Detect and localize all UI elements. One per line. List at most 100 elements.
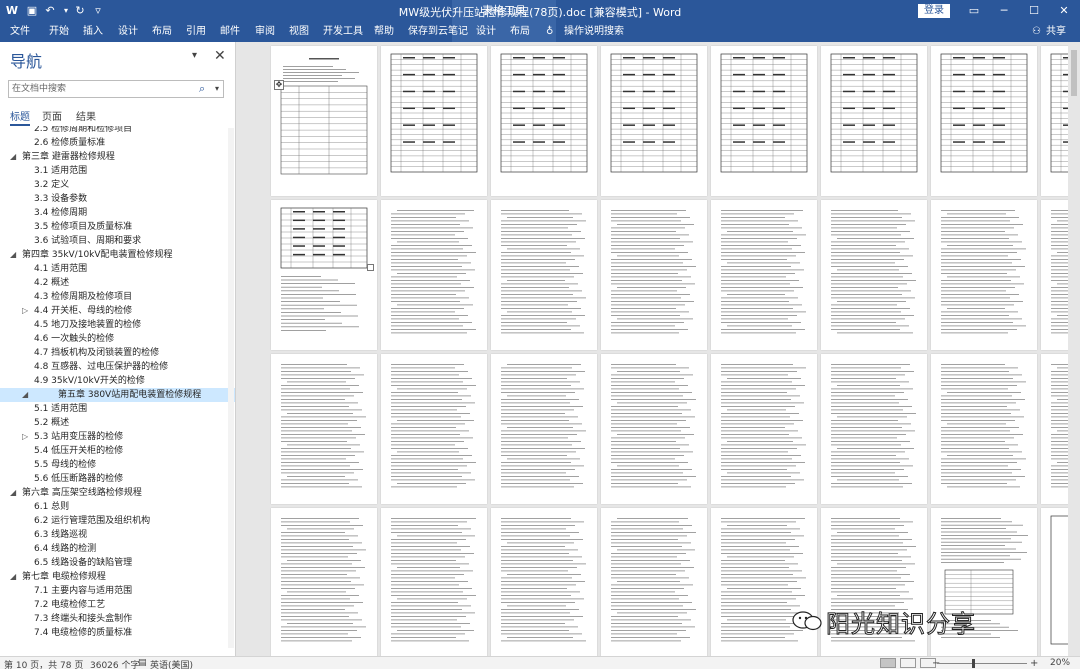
minimize-icon[interactable]: ─	[990, 0, 1018, 22]
page-thumbnail[interactable]	[821, 354, 927, 504]
tab-view[interactable]: 视图	[289, 24, 309, 40]
scrollbar-thumb[interactable]	[1071, 50, 1077, 96]
maximize-icon[interactable]: ☐	[1020, 0, 1048, 22]
nav-heading-item[interactable]: 5.5 母线的检修	[0, 458, 235, 472]
document-canvas[interactable]	[237, 42, 1080, 656]
zoom-in-button[interactable]: +	[1030, 658, 1038, 669]
nav-heading-item[interactable]: 3.5 检修项目及质量标准	[0, 220, 235, 234]
page-thumbnail[interactable]	[271, 354, 377, 504]
page-thumbnail[interactable]	[821, 46, 927, 196]
nav-heading-item[interactable]: 6.3 线路巡视	[0, 528, 235, 542]
expand-arrow-icon[interactable]: ▷	[22, 304, 28, 318]
tab-file[interactable]: 文件	[10, 24, 30, 40]
search-options-dropdown-icon[interactable]: ▾	[215, 84, 219, 93]
page-thumbnail[interactable]	[271, 508, 377, 656]
page-thumbnail[interactable]	[381, 46, 487, 196]
nav-heading-item[interactable]: 3.2 定义	[0, 178, 235, 192]
tab-mailings[interactable]: 邮件	[220, 24, 240, 40]
page-thumbnail[interactable]	[601, 354, 707, 504]
nav-heading-item[interactable]: 6.4 线路的检测	[0, 542, 235, 556]
nav-heading-item[interactable]: 6.1 总则	[0, 500, 235, 514]
nav-heading-item[interactable]: 3.6 试验项目、周期和要求	[0, 234, 235, 248]
zoom-slider[interactable]	[937, 663, 1027, 664]
tab-pages[interactable]: 页面	[42, 108, 62, 123]
nav-close-icon[interactable]: ✕	[214, 48, 226, 64]
table-move-handle-icon[interactable]: ✥	[274, 80, 284, 90]
page-thumbnail[interactable]	[601, 508, 707, 656]
tab-developer[interactable]: 开发工具	[323, 24, 363, 40]
language-indicator[interactable]: 英语(美国)	[150, 658, 193, 669]
zoom-level[interactable]: 20%	[1050, 658, 1070, 668]
tab-references[interactable]: 引用	[186, 24, 206, 40]
nav-heading-item[interactable]: ◢ 第三章 避雷器检修规程	[0, 150, 235, 164]
nav-heading-item[interactable]: 4.5 地刀及接地装置的检修	[0, 318, 235, 332]
tab-results[interactable]: 结果	[76, 108, 96, 123]
nav-heading-item[interactable]: 6.5 线路设备的缺陷管理	[0, 556, 235, 570]
redo-icon[interactable]: ↻	[72, 3, 88, 19]
nav-heading-item[interactable]: 3.1 适用范围	[0, 164, 235, 178]
expand-arrow-icon[interactable]: ▷	[22, 430, 28, 444]
sign-in-button[interactable]: 登录	[918, 4, 950, 18]
collapse-arrow-icon[interactable]: ◢	[10, 570, 16, 584]
close-icon[interactable]: ✕	[1050, 0, 1078, 22]
zoom-slider-thumb[interactable]	[972, 659, 975, 668]
page-thumbnail[interactable]	[491, 508, 597, 656]
vertical-scrollbar[interactable]	[1068, 42, 1080, 656]
word-count[interactable]: 36026 个字	[90, 658, 140, 669]
nav-heading-item[interactable]: 5.1 适用范围	[0, 402, 235, 416]
proofing-icon[interactable]: ▤	[138, 658, 147, 668]
print-layout-button[interactable]	[900, 658, 916, 668]
nav-heading-item[interactable]: 4.8 互感器、过电压保护器的检修	[0, 360, 235, 374]
nav-heading-item[interactable]: ◢ 第七章 电缆检修规程	[0, 570, 235, 584]
tab-save-to-cloud-notes[interactable]: 保存到云笔记	[408, 24, 468, 40]
nav-heading-item[interactable]: ◢ 第五章 380V站用配电装置检修规程	[0, 388, 235, 402]
nav-heading-item[interactable]: 3.3 设备参数	[0, 192, 235, 206]
page-thumbnail[interactable]	[821, 200, 927, 350]
nav-heading-item[interactable]: ◢ 第六章 高压架空线路检修规程	[0, 486, 235, 500]
nav-heading-item[interactable]: ▷ 4.4 开关柜、母线的检修	[0, 304, 235, 318]
page-thumbnail[interactable]	[381, 200, 487, 350]
page-thumbnail[interactable]	[931, 200, 1037, 350]
save-icon[interactable]: ▣	[24, 3, 40, 19]
page-count[interactable]: 第 10 页，共 78 页	[4, 658, 83, 669]
nav-search-input[interactable]	[12, 82, 192, 96]
nav-heading-item[interactable]: 5.6 低压断路器的检修	[0, 472, 235, 486]
nav-heading-item[interactable]: 3.4 检修周期	[0, 206, 235, 220]
page-thumbnail[interactable]	[381, 508, 487, 656]
nav-heading-item[interactable]: 5.2 概述	[0, 416, 235, 430]
tell-me-search[interactable]: 操作说明搜索	[564, 24, 624, 40]
tab-headings[interactable]: 标题	[10, 108, 30, 123]
page-thumbnail[interactable]	[931, 46, 1037, 196]
share-button[interactable]: 共享	[1046, 24, 1066, 40]
nav-search-box[interactable]: ⌕ ▾	[8, 80, 224, 98]
tab-home[interactable]: 开始	[49, 24, 69, 40]
nav-heading-item[interactable]: ▷ 5.3 站用变压器的检修	[0, 430, 235, 444]
nav-scrollbar[interactable]	[228, 128, 234, 648]
nav-heading-item[interactable]: ◢ 第四章 35kV/10kV配电装置检修规程	[0, 248, 235, 262]
collapse-arrow-icon[interactable]: ◢	[10, 486, 16, 500]
tab-table-design[interactable]: 设计	[476, 24, 496, 40]
nav-heading-item[interactable]: 4.6 一次触头的检修	[0, 332, 235, 346]
page-thumbnail[interactable]	[711, 46, 817, 196]
page-thumbnail[interactable]	[711, 354, 817, 504]
nav-heading-item[interactable]: 4.7 挡板机构及闭锁装置的检修	[0, 346, 235, 360]
page-thumbnail[interactable]	[931, 354, 1037, 504]
nav-heading-item[interactable]: 6.2 运行管理范围及组织机构	[0, 514, 235, 528]
tab-layout[interactable]: 布局	[152, 24, 172, 40]
tab-review[interactable]: 审阅	[255, 24, 275, 40]
page-thumbnail[interactable]	[601, 200, 707, 350]
page-thumbnail[interactable]	[271, 46, 377, 196]
tab-design[interactable]: 设计	[118, 24, 138, 40]
ribbon-display-options-icon[interactable]: ▭	[960, 0, 988, 22]
customize-qat-icon[interactable]: ▿	[90, 3, 106, 19]
nav-heading-item[interactable]: 7.3 终端头和接头盒制作	[0, 612, 235, 626]
page-thumbnail[interactable]	[601, 46, 707, 196]
page-thumbnail[interactable]	[491, 46, 597, 196]
table-resize-handle[interactable]	[367, 264, 374, 271]
tab-help[interactable]: 帮助	[374, 24, 394, 40]
collapse-arrow-icon[interactable]: ◢	[22, 388, 28, 402]
nav-options-dropdown-icon[interactable]: ▾	[192, 50, 197, 61]
page-thumbnail[interactable]	[491, 354, 597, 504]
nav-heading-item[interactable]: 4.2 概述	[0, 276, 235, 290]
nav-heading-item[interactable]: 4.9 35kV/10kV开关的检修	[0, 374, 235, 388]
